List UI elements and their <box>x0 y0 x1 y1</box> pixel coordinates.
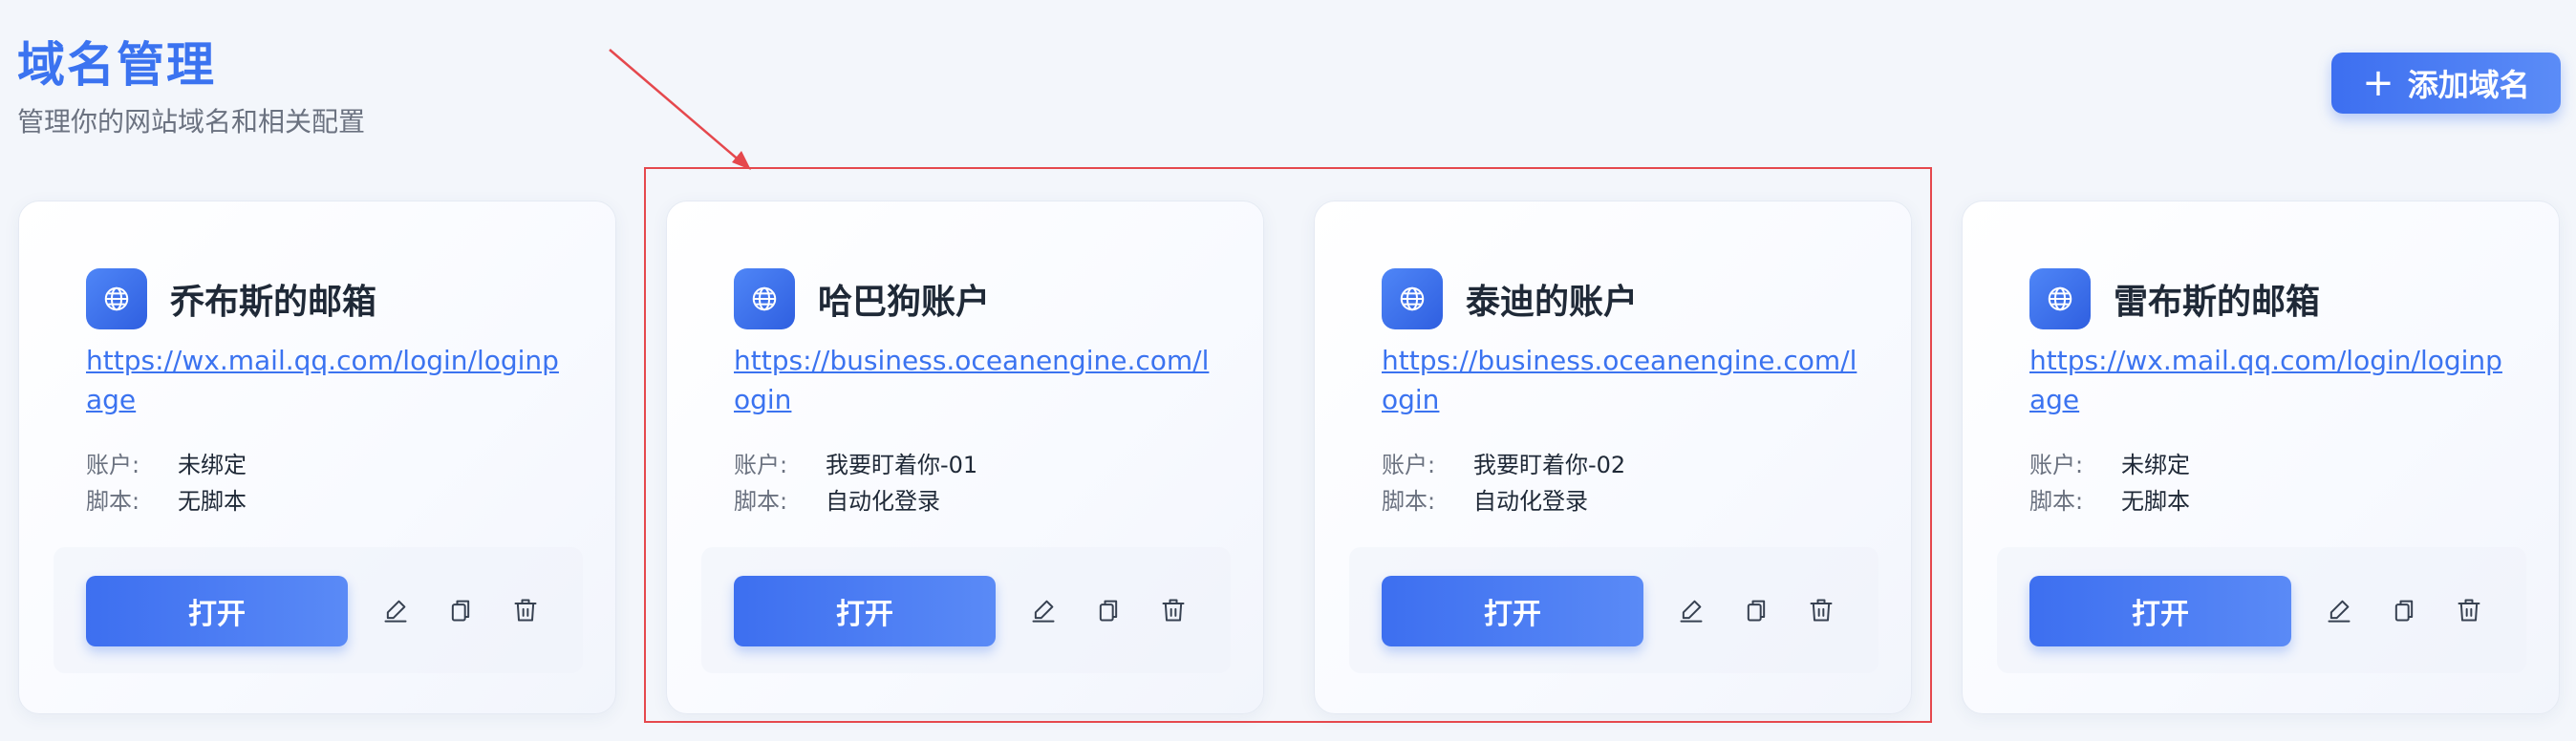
domain-card: 雷布斯的邮箱 https://wx.mail.qq.com/login/logi… <box>1962 201 2560 714</box>
domain-card: 乔布斯的邮箱 https://wx.mail.qq.com/login/logi… <box>18 201 616 714</box>
script-label: 脚本: <box>734 488 788 515</box>
domain-card: 泰迪的账户 https://business.oceanengine.com/l… <box>1314 201 1912 714</box>
account-value: 我要盯着你-01 <box>826 452 978 478</box>
account-label: 账户: <box>734 452 788 478</box>
account-value: 我要盯着你-02 <box>1473 452 1626 478</box>
trash-icon[interactable] <box>1804 593 1838 627</box>
account-label: 账户: <box>2029 452 2084 478</box>
script-label: 脚本: <box>1382 488 1436 515</box>
card-title: 泰迪的账户 <box>1466 283 1639 322</box>
domain-card: 哈巴狗账户 https://business.oceanengine.com/l… <box>666 201 1264 714</box>
open-button[interactable]: 打开 <box>734 576 996 646</box>
card-title: 乔布斯的邮箱 <box>170 283 377 322</box>
copy-icon[interactable] <box>443 593 478 627</box>
edit-icon[interactable] <box>1026 593 1061 627</box>
card-url-link[interactable]: https://business.oceanengine.com/login <box>1382 341 1859 419</box>
card-title: 雷布斯的邮箱 <box>2114 283 2321 322</box>
copy-icon[interactable] <box>1091 593 1126 627</box>
globe-icon <box>1382 268 1443 329</box>
edit-icon[interactable] <box>378 593 413 627</box>
card-url-link[interactable]: https://wx.mail.qq.com/login/loginpage <box>86 341 564 419</box>
globe-icon <box>86 268 147 329</box>
trash-icon[interactable] <box>2452 593 2486 627</box>
open-button[interactable]: 打开 <box>2029 576 2291 646</box>
copy-icon[interactable] <box>2387 593 2421 627</box>
add-domain-label: 添加域名 <box>2407 67 2530 103</box>
account-label: 账户: <box>1382 452 1436 478</box>
script-value: 自动化登录 <box>826 488 940 515</box>
globe-icon <box>734 268 795 329</box>
account-value: 未绑定 <box>178 452 247 478</box>
copy-icon[interactable] <box>1739 593 1773 627</box>
edit-icon[interactable] <box>2322 593 2356 627</box>
script-value: 无脚本 <box>178 488 247 515</box>
trash-icon[interactable] <box>1156 593 1191 627</box>
open-button[interactable]: 打开 <box>86 576 348 646</box>
card-url-link[interactable]: https://business.oceanengine.com/login <box>734 341 1212 419</box>
add-domain-button[interactable]: + 添加域名 <box>2331 53 2561 114</box>
account-value: 未绑定 <box>2121 452 2190 478</box>
account-label: 账户: <box>86 452 140 478</box>
script-value: 无脚本 <box>2121 488 2190 515</box>
script-label: 脚本: <box>2029 488 2084 515</box>
edit-icon[interactable] <box>1674 593 1708 627</box>
page-title: 域名管理 <box>17 37 216 93</box>
card-title: 哈巴狗账户 <box>818 283 991 322</box>
open-button[interactable]: 打开 <box>1382 576 1643 646</box>
plus-icon: + <box>2362 61 2394 105</box>
globe-icon <box>2029 268 2091 329</box>
page-subtitle: 管理你的网站域名和相关配置 <box>17 106 366 138</box>
script-value: 自动化登录 <box>1473 488 1588 515</box>
trash-icon[interactable] <box>508 593 543 627</box>
card-url-link[interactable]: https://wx.mail.qq.com/login/loginpage <box>2029 341 2507 419</box>
script-label: 脚本: <box>86 488 140 515</box>
